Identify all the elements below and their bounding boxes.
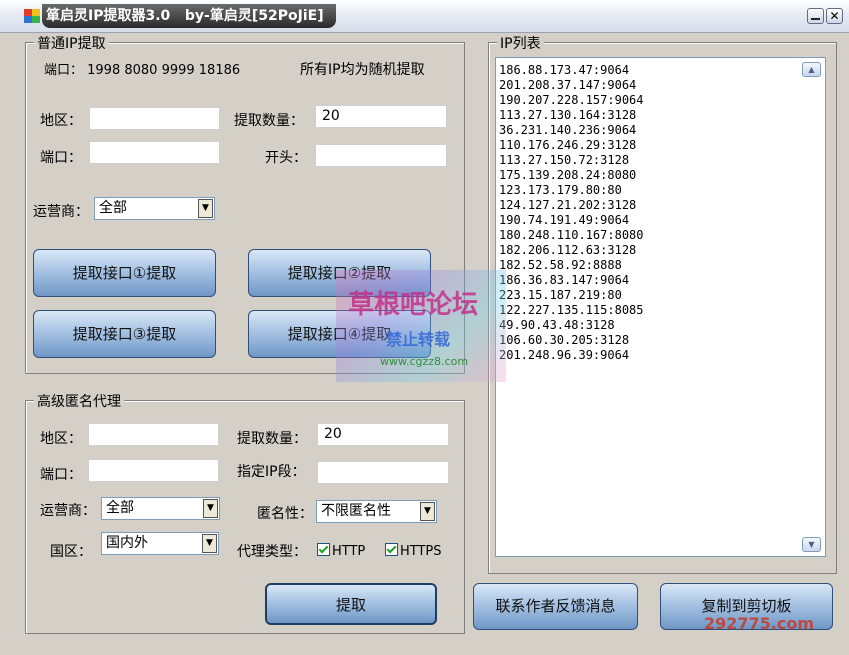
anonymity-select[interactable]: 不限匿名性 ▼ [316, 500, 437, 523]
random-note: 所有IP均为随机提取 [300, 62, 425, 78]
close-button[interactable]: ✕ [826, 8, 843, 24]
adv-port-input[interactable] [88, 459, 219, 482]
ip-list[interactable]: 186.88.173.47:9064 201.208.37.147:9064 190… [495, 57, 826, 557]
ip-list-item[interactable]: 106.60.30.205:3128 [496, 333, 825, 348]
app-icon [24, 9, 40, 23]
ip-list-item[interactable]: 201.248.96.39:9064 [496, 348, 825, 363]
dropdown-arrow-icon[interactable]: ▼ [198, 199, 213, 218]
adv-port-label: 端口： [40, 467, 82, 483]
ip-list-items: 186.88.173.47:9064 201.208.37.147:9064 190… [496, 58, 825, 363]
adv-count-label: 提取数量： [237, 431, 307, 447]
ip-list-item[interactable]: 223.15.187.219:80 [496, 288, 825, 303]
ip-list-item[interactable]: 113.27.130.164:3128 [496, 108, 825, 123]
adv-isp-select-value: 全部 [106, 500, 134, 516]
adv-isp-select[interactable]: 全部 ▼ [101, 497, 220, 520]
ip-list-item[interactable]: 49.90.43.48:3128 [496, 318, 825, 333]
isp-select-value: 全部 [99, 200, 127, 216]
ip-segment-label: 指定IP段： [237, 464, 306, 480]
extract-api3-button[interactable]: 提取接口③提取 [33, 310, 216, 358]
window-title-name: 箪启灵IP提取器3.0 [46, 8, 171, 24]
ip-list-item[interactable]: 182.206.112.63:3128 [496, 243, 825, 258]
ip-list-item[interactable]: 110.176.246.29:3128 [496, 138, 825, 153]
ports-info: 端口： 1998 8080 9999 18186 [44, 63, 241, 78]
close-icon: ✕ [829, 9, 840, 23]
country-select[interactable]: 国内外 ▼ [101, 532, 219, 555]
ip-list-item[interactable]: 186.88.173.47:9064 [496, 63, 825, 78]
extract-api2-button[interactable]: 提取接口②提取 [248, 249, 431, 297]
isp-select[interactable]: 全部 ▼ [94, 197, 215, 220]
checkbox-checked-icon[interactable] [385, 543, 398, 556]
region-label: 地区： [40, 113, 82, 129]
count-input[interactable]: 20 [315, 105, 447, 128]
ip-list-item[interactable]: 190.74.191.49:9064 [496, 213, 825, 228]
ip-list-item[interactable]: 201.208.37.147:9064 [496, 78, 825, 93]
ip-segment-input[interactable] [317, 461, 449, 484]
port-label: 端口： [40, 150, 82, 166]
advanced-proxy-group-title: 高级匿名代理 [34, 391, 124, 411]
port-input[interactable] [89, 141, 220, 164]
anonymity-label: 匿名性： [257, 506, 313, 522]
ip-list-item[interactable]: 180.248.110.167:8080 [496, 228, 825, 243]
window-title: 箪启灵IP提取器3.0 by-箪启灵[52PoJiE] [42, 4, 336, 28]
title-bar[interactable]: 箪启灵IP提取器3.0 by-箪启灵[52PoJiE] ✕ [0, 0, 849, 33]
ip-list-item[interactable]: 175.139.208.24:8080 [496, 168, 825, 183]
extract-api4-button[interactable]: 提取接口④提取 [248, 310, 431, 358]
ip-list-item[interactable]: 124.127.21.202:3128 [496, 198, 825, 213]
scroll-down-icon[interactable]: ▼ [802, 537, 821, 552]
ip-list-item[interactable]: 186.36.83.147:9064 [496, 273, 825, 288]
ip-list-group-title: IP列表 [497, 33, 544, 53]
window-title-author: by-箪启灵[52PoJiE] [184, 8, 324, 24]
minimize-button[interactable] [807, 8, 824, 24]
prefix-label: 开头： [265, 150, 307, 166]
ip-list-item[interactable]: 190.207.228.157:9064 [496, 93, 825, 108]
ip-list-item[interactable]: 182.52.58.92:8888 [496, 258, 825, 273]
normal-ip-group-title: 普通IP提取 [34, 33, 109, 53]
https-checkbox-label: HTTPS [400, 544, 442, 559]
https-checkbox[interactable]: HTTPS [385, 543, 442, 559]
checkbox-checked-icon[interactable] [317, 543, 330, 556]
isp-label: 运营商： [33, 204, 89, 220]
dropdown-arrow-icon[interactable]: ▼ [420, 502, 435, 521]
ip-list-item[interactable]: 113.27.150.72:3128 [496, 153, 825, 168]
country-label: 国区： [50, 544, 92, 560]
extract-api1-button[interactable]: 提取接口①提取 [33, 249, 216, 297]
ip-list-item[interactable]: 123.173.179.80:80 [496, 183, 825, 198]
region-input[interactable] [89, 107, 220, 130]
scroll-up-icon[interactable]: ▲ [802, 62, 821, 77]
adv-region-input[interactable] [88, 423, 219, 446]
http-checkbox-label: HTTP [332, 544, 366, 559]
prefix-input[interactable] [315, 144, 447, 167]
adv-isp-label: 运营商： [40, 503, 96, 519]
contact-author-button[interactable]: 联系作者反馈消息 [473, 583, 638, 630]
adv-region-label: 地区： [40, 431, 82, 447]
ip-list-item[interactable]: 122.227.135.115:8085 [496, 303, 825, 318]
ip-list-item[interactable]: 36.231.140.236:9064 [496, 123, 825, 138]
country-select-value: 国内外 [106, 535, 148, 551]
anonymity-select-value: 不限匿名性 [321, 503, 391, 519]
minimize-icon [811, 18, 820, 20]
copy-to-clipboard-button[interactable]: 复制到剪切板 [660, 583, 833, 630]
proxy-type-label: 代理类型： [237, 544, 307, 560]
dropdown-arrow-icon[interactable]: ▼ [202, 534, 217, 553]
dropdown-arrow-icon[interactable]: ▼ [203, 499, 218, 518]
count-label: 提取数量： [234, 113, 304, 129]
adv-count-input[interactable]: 20 [317, 423, 449, 446]
advanced-extract-button[interactable]: 提取 [265, 583, 437, 625]
http-checkbox[interactable]: HTTP [317, 543, 365, 559]
